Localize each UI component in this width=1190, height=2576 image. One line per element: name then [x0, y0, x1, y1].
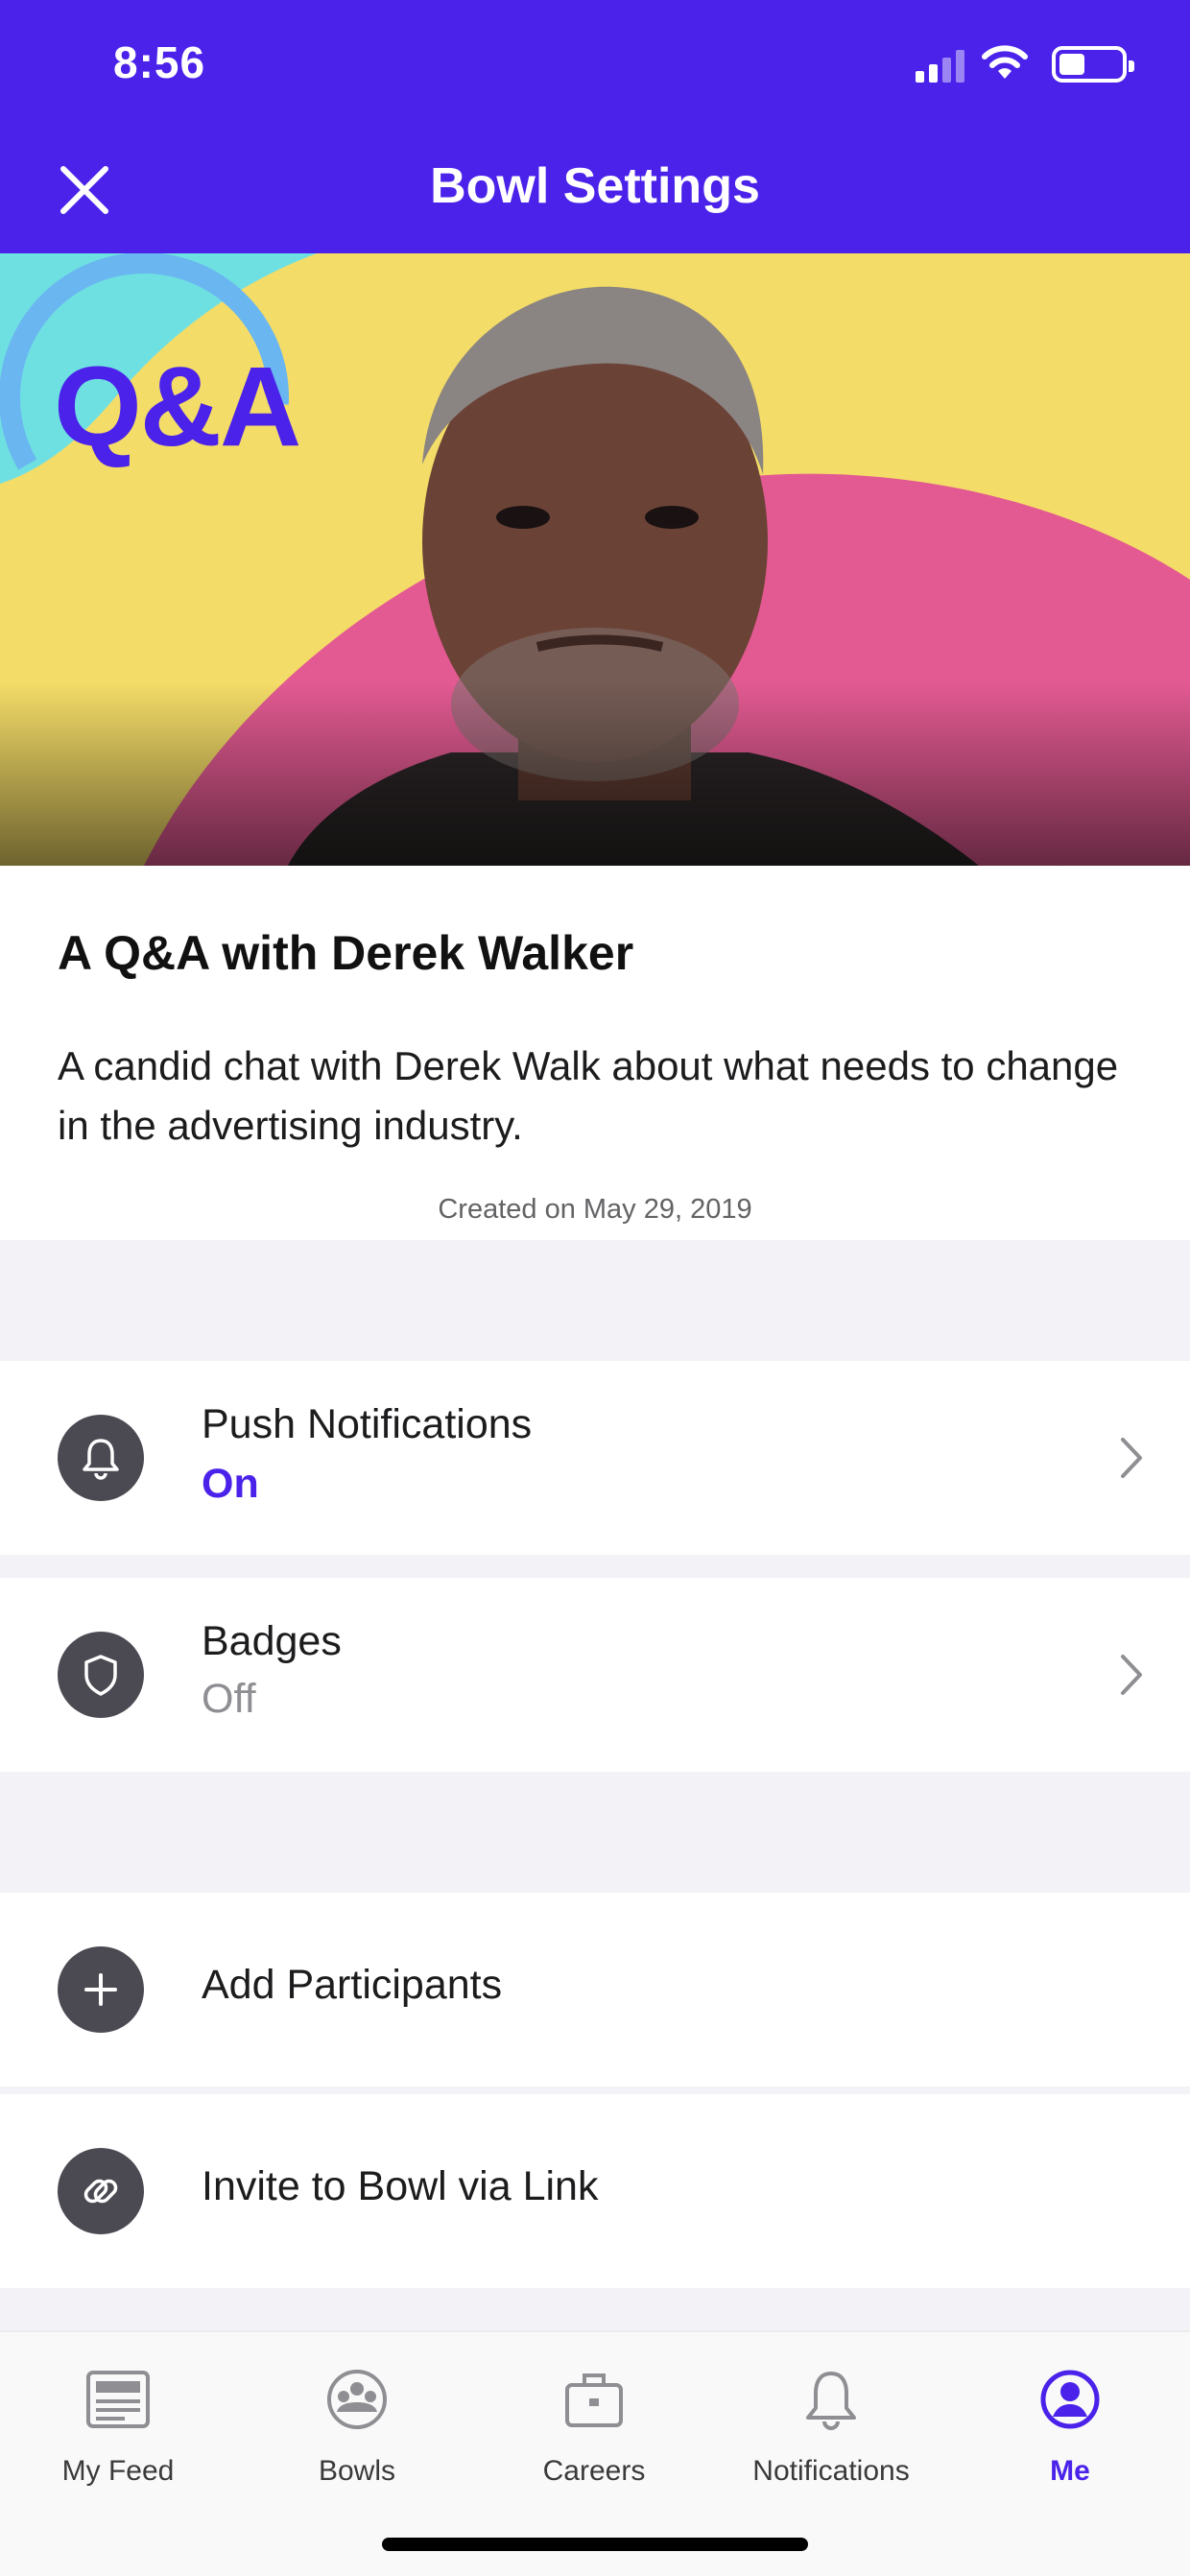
chevron-right-icon: [1121, 1438, 1142, 1478]
invite-link-row[interactable]: Invite to Bowl via Link: [0, 2094, 1190, 2288]
tab-notifications-label: Notifications: [752, 2455, 910, 2487]
link-icon: [58, 2148, 144, 2234]
bowls-icon: [327, 2370, 387, 2429]
tab-bowls[interactable]: Bowls: [251, 2361, 463, 2488]
add-participants-label: Add Participants: [202, 1962, 503, 2008]
top-bar: 8:56 Bowl Settings: [0, 0, 1190, 253]
tab-bowls-label: Bowls: [318, 2455, 396, 2487]
bowl-description: A candid chat with Derek Walk about what…: [58, 1043, 1119, 1148]
badges-row[interactable]: Badges Off: [0, 1578, 1190, 1772]
push-notifications-label: Push Notifications: [202, 1401, 533, 1447]
status-icons: [916, 44, 1134, 86]
shield-icon: [58, 1632, 144, 1718]
badges-label: Badges: [202, 1618, 342, 1664]
chevron-right-icon: [1121, 1655, 1142, 1695]
push-notifications-value: On: [202, 1461, 259, 1507]
tab-notifications[interactable]: Notifications: [726, 2361, 937, 2488]
tab-careers-label: Careers: [542, 2455, 646, 2487]
home-indicator: [382, 2538, 808, 2551]
tab-me[interactable]: Me: [964, 2361, 1176, 2488]
badges-value: Off: [202, 1676, 256, 1722]
add-participants-row[interactable]: Add Participants: [0, 1893, 1190, 2087]
tab-my-feed-label: My Feed: [61, 2455, 175, 2487]
tab-me-label: Me: [1050, 2455, 1090, 2487]
page-title: Bowl Settings: [430, 158, 760, 214]
briefcase-icon: [565, 2373, 623, 2427]
plus-icon: [58, 1946, 144, 2033]
bell-icon: [806, 2372, 856, 2430]
push-notifications-row[interactable]: Push Notifications On: [0, 1361, 1190, 1555]
invite-link-label: Invite to Bowl via Link: [202, 2163, 599, 2209]
cellular-signal-icon: [916, 50, 964, 83]
qa-badge-text: Q&A: [54, 344, 301, 470]
tab-my-feed[interactable]: My Feed: [12, 2361, 224, 2488]
bell-icon: [58, 1415, 144, 1501]
battery-icon: [1052, 46, 1134, 83]
bowl-title: A Q&A with Derek Walker: [58, 926, 634, 980]
status-time: 8:56: [113, 37, 206, 87]
feed-icon: [86, 2371, 150, 2428]
bowl-cover-image: Q&A: [0, 253, 1190, 866]
profile-icon: [1040, 2370, 1100, 2429]
tab-careers[interactable]: Careers: [488, 2361, 700, 2488]
bowl-created-date: Created on May 29, 2019: [438, 1194, 752, 1225]
bowl-info: A Q&A with Derek Walker A candid chat wi…: [0, 866, 1190, 1240]
wifi-icon: [982, 45, 1028, 79]
